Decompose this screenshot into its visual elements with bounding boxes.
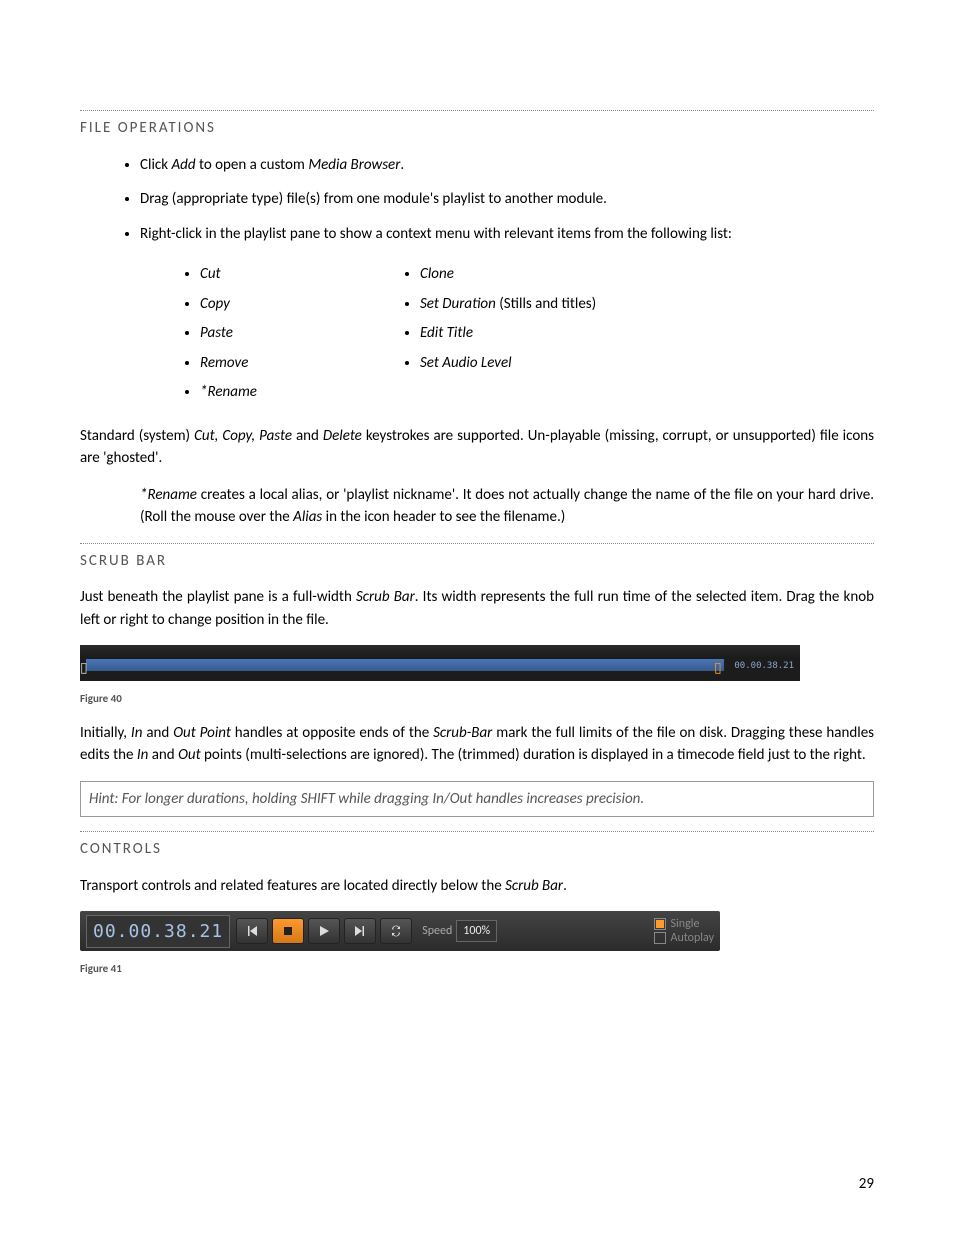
section-file-operations: FILE OPERATIONS xyxy=(80,110,874,140)
list-item: Drag (appropriate type) file(s) from one… xyxy=(140,188,874,211)
paragraph-standard-keystrokes: Standard (system) Cut, Copy, Paste and D… xyxy=(80,425,874,470)
ctx-item: Clone xyxy=(420,263,874,286)
figure-caption-41: Figure 41 xyxy=(80,961,874,978)
out-point-handle[interactable]: ▯ xyxy=(714,657,724,673)
list-item: Right-click in the playlist pane to show… xyxy=(140,223,874,246)
loop-icon xyxy=(390,925,402,937)
text: to open a custom xyxy=(196,156,309,174)
paragraph-controls-intro: Transport controls and related features … xyxy=(80,875,874,898)
paragraph-scrub-after: Initially, In and Out Point handles at o… xyxy=(80,722,874,767)
play-button[interactable] xyxy=(308,918,340,944)
context-menu-columns: Cut Copy Paste Remove *Rename Clone Set … xyxy=(140,259,874,411)
skip-forward-icon xyxy=(354,925,366,937)
skip-back-icon xyxy=(246,925,258,937)
next-button[interactable] xyxy=(344,918,376,944)
list-item: Click Add to open a custom Media Browser… xyxy=(140,154,874,177)
hint-box: Hint: For longer durations, holding SHIF… xyxy=(80,781,874,818)
ctx-item: Edit Title xyxy=(420,322,874,345)
autoplay-label: Autoplay xyxy=(671,931,715,945)
transport-timecode[interactable]: 00.00.38.21 xyxy=(86,915,230,948)
ctx-item: Set Duration (Stills and titles) xyxy=(420,293,874,316)
ctx-item: Copy xyxy=(200,293,360,316)
figure-transport-controls: 00.00.38.21 Speed 100% Single Autoplay xyxy=(80,911,720,951)
prev-button[interactable] xyxy=(236,918,268,944)
ctx-item: Paste xyxy=(200,322,360,345)
speed-value[interactable]: 100% xyxy=(456,920,497,942)
file-ops-list: Click Add to open a custom Media Browser… xyxy=(80,154,874,246)
stop-button[interactable] xyxy=(272,918,304,944)
section-scrub-bar: SCRUB BAR xyxy=(80,543,874,573)
stop-icon xyxy=(282,925,294,937)
loop-button[interactable] xyxy=(380,918,412,944)
single-label: Single xyxy=(671,917,700,931)
page-number: 29 xyxy=(859,1173,874,1196)
em-add: Add xyxy=(171,156,195,174)
em-media-browser: Media Browser xyxy=(308,156,400,174)
speed-label: Speed xyxy=(422,922,452,940)
ctx-item: *Rename xyxy=(200,381,360,404)
figure-caption-40: Figure 40 xyxy=(80,691,874,708)
figure-scrub-bar: ▯ ▯ 00.00.38.21 xyxy=(80,645,800,681)
ctx-item: Cut xyxy=(200,263,360,286)
text: Click xyxy=(140,156,171,174)
scrub-track[interactable] xyxy=(86,659,724,671)
in-point-handle[interactable]: ▯ xyxy=(80,657,90,673)
paragraph-scrub-intro: Just beneath the playlist pane is a full… xyxy=(80,586,874,631)
section-controls: CONTROLS xyxy=(80,831,874,861)
scrub-timecode: 00.00.38.21 xyxy=(734,660,794,674)
single-checkbox[interactable] xyxy=(654,918,666,930)
text: . xyxy=(400,156,404,174)
ctx-item: Remove xyxy=(200,352,360,375)
ctx-item: Set Audio Level xyxy=(420,352,874,375)
play-icon xyxy=(318,925,330,937)
paragraph-rename-note: *Rename creates a local alias, or 'playl… xyxy=(140,484,874,529)
autoplay-checkbox[interactable] xyxy=(654,932,666,944)
